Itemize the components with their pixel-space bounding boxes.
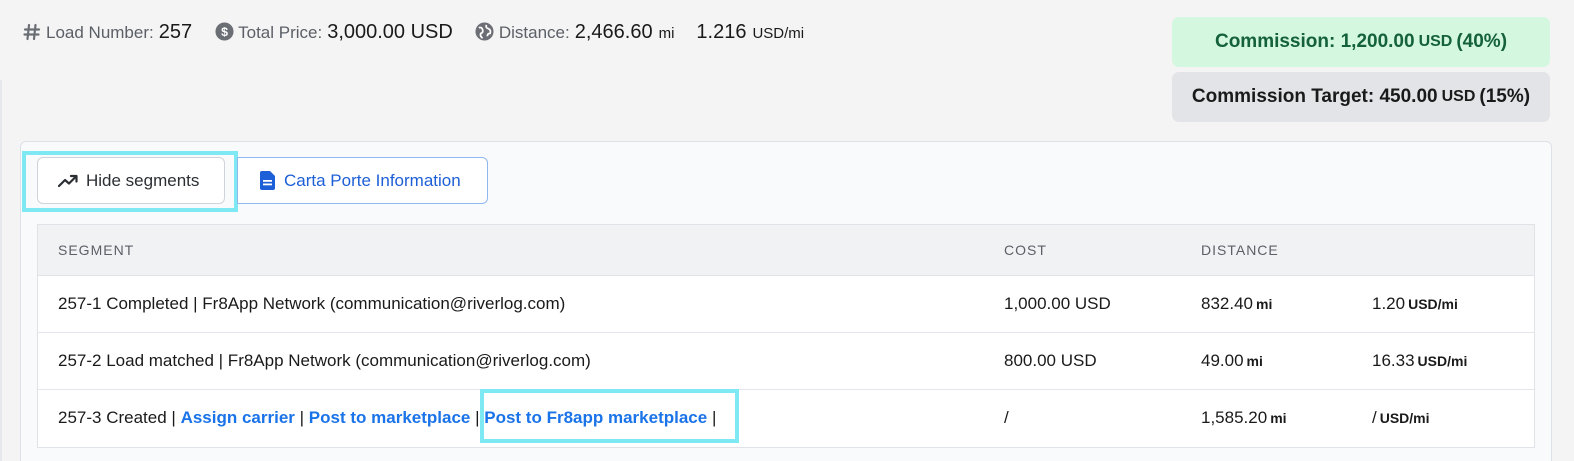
hash-icon	[22, 22, 42, 42]
segment-cell: 257-3 Created | Assign carrier | Post to…	[58, 408, 716, 428]
post-to-marketplace-link[interactable]: Post to marketplace	[309, 408, 471, 427]
rate-unit: USD/mi	[1408, 296, 1458, 312]
load-number-value: 257	[158, 20, 193, 43]
distance-unit: mi	[1256, 296, 1273, 312]
commission-target-unit: USD	[1441, 88, 1476, 105]
distance-unit: mi	[1246, 353, 1263, 369]
load-number-label: Load Number:	[46, 22, 154, 42]
distance-value: 49.00	[1201, 351, 1244, 370]
hide-segments-button[interactable]: Hide segments	[37, 157, 225, 204]
cost-cell: 1,000.00 USD	[1004, 294, 1111, 313]
rate-per-mile: 1.216 USD/mi	[696, 21, 804, 44]
total-price-value: 3,000.00 USD	[327, 20, 453, 43]
header-segment: SEGMENT	[58, 242, 135, 258]
distance-cell: 832.40 mi	[1201, 294, 1272, 314]
total-price-label: Total Price:	[238, 22, 323, 42]
rate-value: /	[1372, 408, 1377, 427]
header-cost: COST	[1004, 242, 1047, 258]
separator: |	[475, 408, 480, 427]
rate-cell: 16.33 USD/mi	[1372, 351, 1467, 371]
commission-badge: Commission: 1,200.00 USD (40%)	[1172, 17, 1550, 67]
table-row: 257-3 Created | Assign carrier | Post to…	[38, 390, 1534, 447]
separator: |	[711, 408, 717, 427]
commission-target-label: Commission Target: 450.00	[1191, 86, 1438, 107]
table-row: 257-1 Completed | Fr8App Network (commun…	[38, 276, 1534, 333]
carta-porte-label: Carta Porte Information	[284, 170, 461, 190]
post-to-fr8app-marketplace-link[interactable]: Post to Fr8app marketplace	[484, 408, 707, 427]
rate-cell: / USD/mi	[1372, 408, 1430, 428]
commission-target-badge: Commission Target: 450.00 USD (15%)	[1172, 72, 1550, 122]
distance-value: 832.40	[1201, 294, 1253, 313]
total-price: $ Total Price: 3,000.00 USD	[214, 18, 453, 44]
commission-percent: (40%)	[1456, 31, 1508, 52]
cost-cell: 800.00 USD	[1004, 351, 1097, 370]
assign-carrier-link[interactable]: Assign carrier	[181, 408, 295, 427]
carta-porte-button[interactable]: Carta Porte Information	[237, 157, 488, 204]
load-number: Load Number: 257	[22, 19, 192, 44]
commission-unit: USD	[1418, 33, 1453, 50]
load-summary: Load Number: 257 $ Total Price: 3,000.00…	[22, 18, 826, 48]
distance-cell: 49.00 mi	[1201, 351, 1263, 371]
rate-unit: USD/mi	[1417, 353, 1468, 369]
segment-cell: 257-2 Load matched | Fr8App Network (com…	[58, 351, 591, 370]
svg-text:$: $	[221, 24, 228, 38]
commission-target-percent: (15%)	[1479, 86, 1531, 107]
distance-unit: mi	[1270, 410, 1287, 426]
distance-value: 1,585.20	[1201, 408, 1268, 427]
distance-value: 2,466.60	[574, 20, 653, 43]
distance-label: Distance:	[498, 22, 570, 42]
distance-cell: 1,585.20 mi	[1201, 408, 1287, 428]
distance-unit: mi	[658, 24, 675, 42]
rate-value: 16.33	[1372, 351, 1415, 370]
globe-icon	[475, 21, 495, 41]
segment-cell: 257-1 Completed | Fr8App Network (commun…	[58, 294, 566, 313]
document-icon	[260, 171, 275, 190]
separator: |	[299, 408, 305, 427]
segments-table: SEGMENT COST DISTANCE 257-1 Completed | …	[37, 224, 1535, 448]
trending-up-icon	[58, 174, 78, 188]
dollar-circle-icon: $	[214, 21, 234, 41]
header-distance: DISTANCE	[1201, 242, 1279, 258]
table-row: 257-2 Load matched | Fr8App Network (com…	[38, 333, 1534, 390]
rate-cell: 1.20 USD/mi	[1372, 294, 1458, 314]
hide-segments-label: Hide segments	[86, 170, 200, 190]
cost-cell: /	[1004, 408, 1009, 427]
segment-status: 257-3 Created |	[58, 408, 176, 427]
left-edge-divider	[0, 80, 2, 461]
rate-unit: USD/mi	[1379, 410, 1430, 426]
rate-value: 1.20	[1372, 294, 1406, 313]
distance: Distance: 2,466.60 mi	[475, 18, 675, 44]
rate-value: 1.216	[696, 20, 747, 43]
commission-label: Commission: 1,200.00	[1214, 31, 1415, 52]
table-header: SEGMENT COST DISTANCE	[38, 225, 1534, 276]
rate-unit: USD/mi	[752, 24, 805, 42]
